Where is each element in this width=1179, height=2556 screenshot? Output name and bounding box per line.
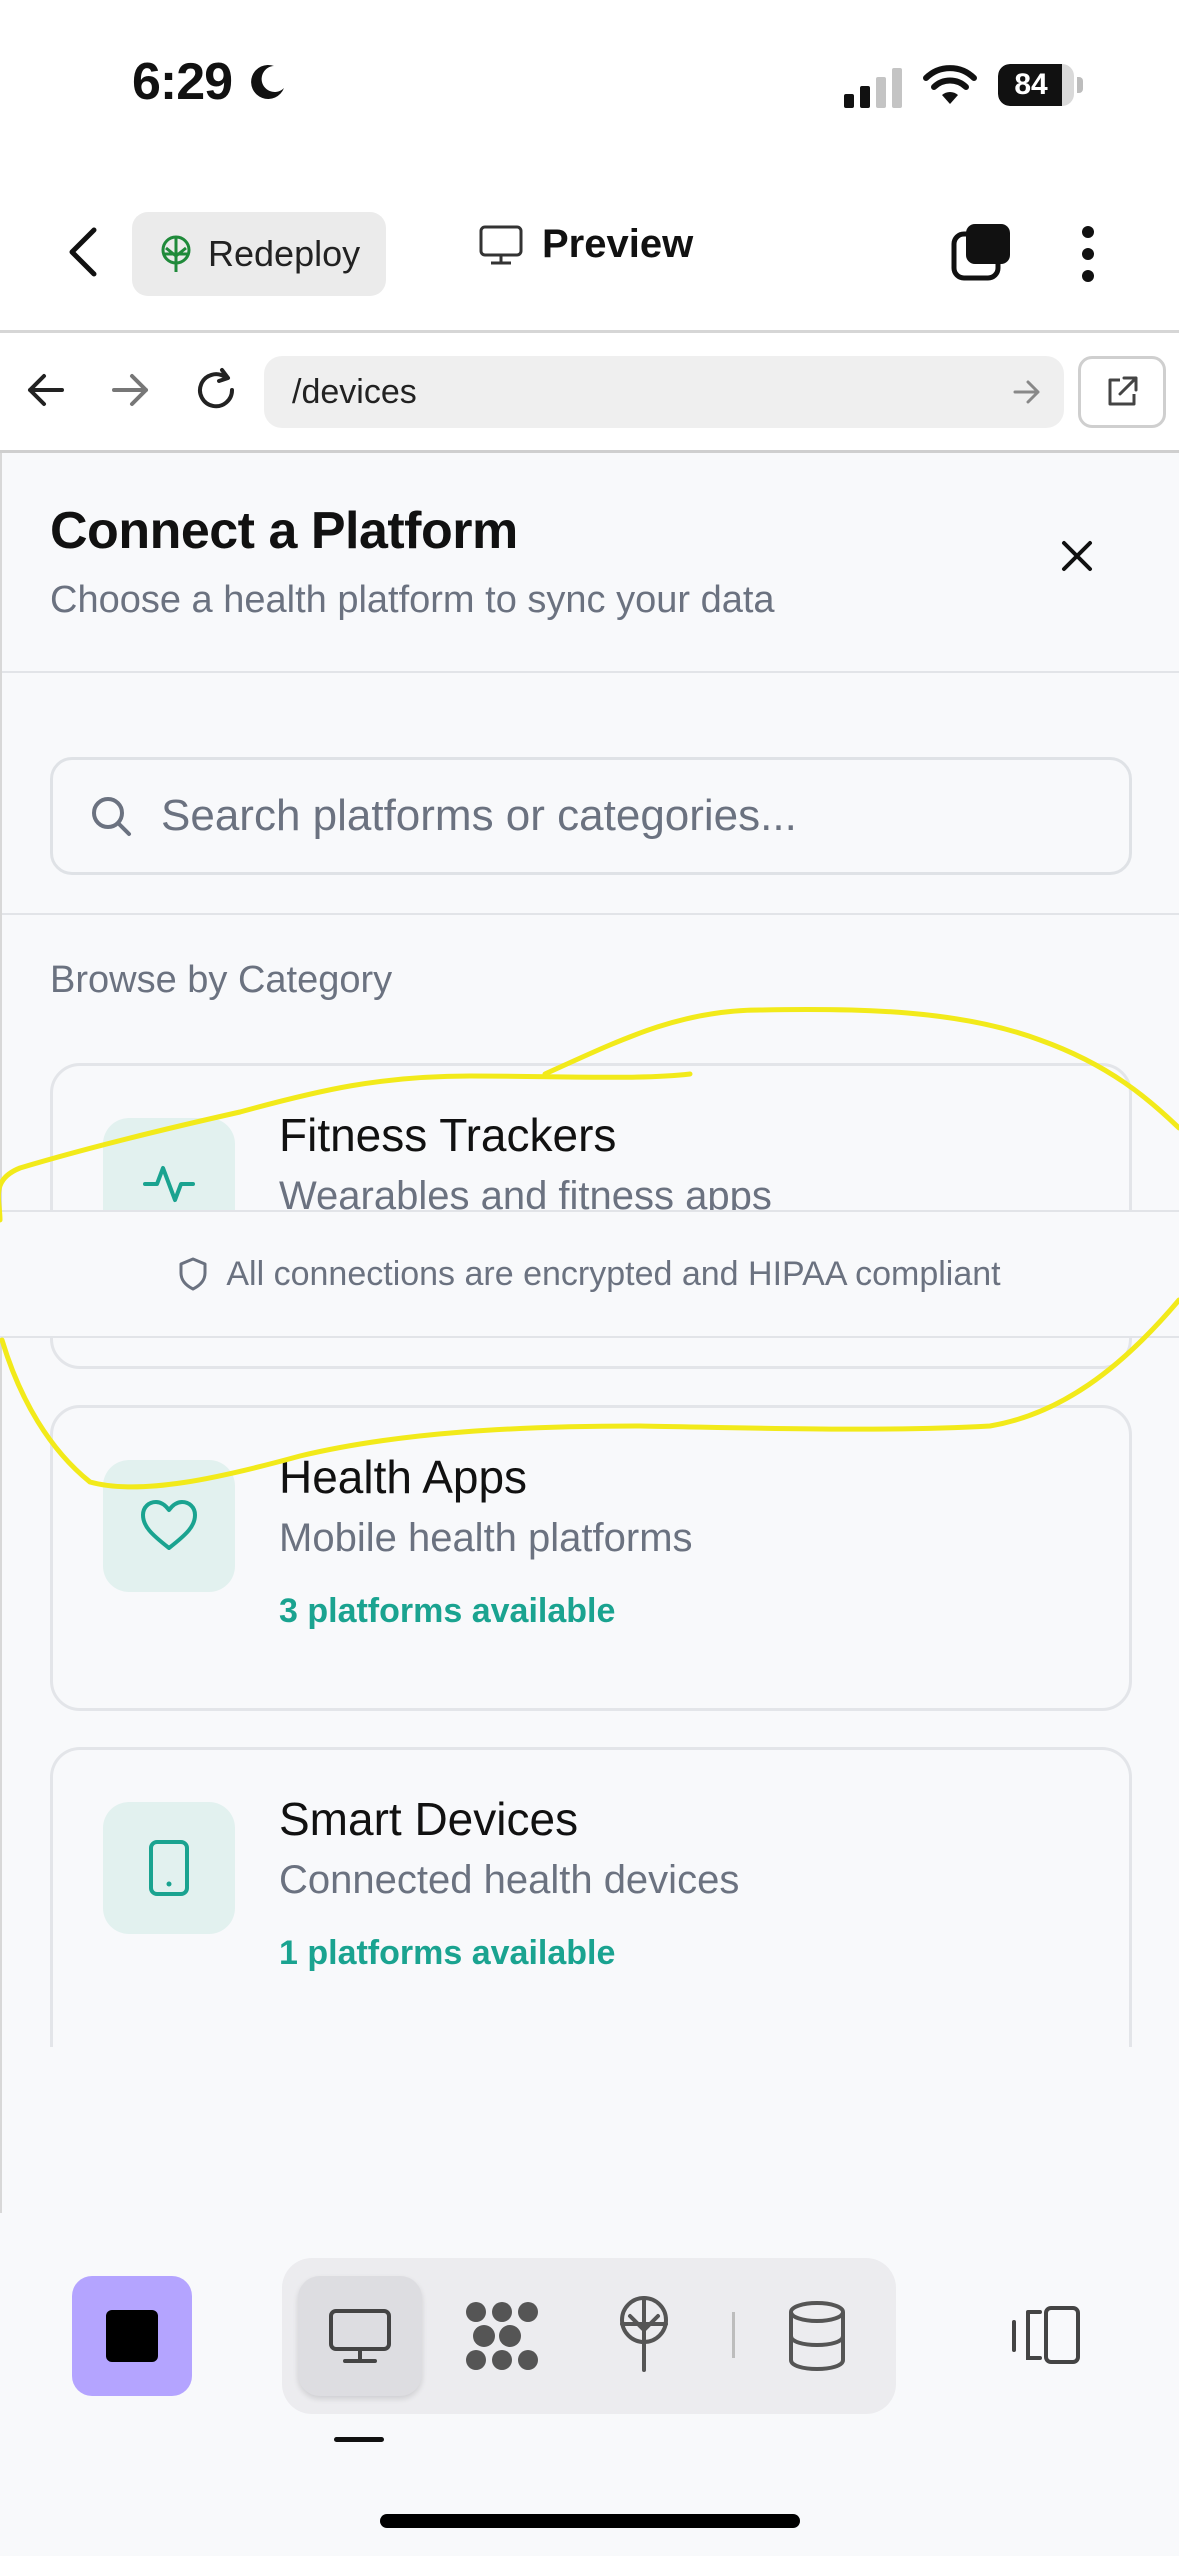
modal-subtitle: Choose a health platform to sync your da…: [50, 579, 775, 621]
open-external-button[interactable]: [1078, 356, 1166, 428]
header-divider: [0, 330, 1179, 333]
category-title: Health Apps: [279, 1451, 528, 1503]
shield-icon: [179, 1257, 207, 1291]
preview-tab[interactable]: Preview: [478, 222, 693, 267]
redeploy-label: Redeploy: [208, 233, 361, 274]
database-icon[interactable]: [786, 2300, 848, 2372]
close-icon[interactable]: [1060, 539, 1094, 573]
security-banner: All connections are encrypted and HIPAA …: [0, 1210, 1179, 1338]
integrations-icon[interactable]: [462, 2300, 542, 2372]
external-link-icon: [1108, 376, 1138, 406]
activity-icon: [143, 1166, 195, 1202]
category-icon-box: [103, 1802, 235, 1934]
tabs-icon[interactable]: [950, 222, 1012, 282]
category-description: Connected health devices: [279, 1858, 740, 1902]
category-count: 1 platforms available: [279, 1934, 616, 1972]
platform-search-input[interactable]: Search platforms or categories...: [50, 757, 1132, 875]
side-panel-icon[interactable]: [1010, 2304, 1082, 2366]
more-options-icon[interactable]: [1080, 224, 1096, 284]
reload-icon[interactable]: [192, 366, 240, 414]
back-chevron-icon[interactable]: [60, 222, 104, 282]
browser-forward-icon[interactable]: [110, 372, 150, 408]
security-note: All connections are encrypted and HIPAA …: [226, 1254, 1001, 1293]
moon-icon: [251, 64, 284, 99]
category-title: Smart Devices: [279, 1793, 579, 1845]
status-time: 6:29: [132, 53, 233, 111]
toolbar-divider: [732, 2312, 735, 2358]
category-card-smart-devices[interactable]: Smart Devices Connected health devices 1…: [50, 1747, 1132, 2047]
category-card-health-apps[interactable]: Health Apps Mobile health platforms 3 pl…: [50, 1405, 1132, 1711]
monitor-icon: [479, 225, 523, 264]
search-divider: [2, 913, 1179, 915]
category-title: Fitness Trackers: [279, 1109, 617, 1161]
category-icon-box: [103, 1460, 235, 1592]
category-count: 3 platforms available: [279, 1592, 616, 1630]
url-bar[interactable]: /devices: [264, 356, 1064, 428]
cellular-signal-icon: [844, 68, 902, 108]
deploy-tree-icon: [161, 235, 191, 272]
deploy-icon[interactable]: [614, 2294, 674, 2372]
browse-by-category-label: Browse by Category: [50, 959, 393, 1001]
heart-icon: [141, 1500, 197, 1550]
desktop-view-button[interactable]: [298, 2276, 422, 2396]
redeploy-button[interactable]: Redeploy: [132, 212, 386, 296]
search-placeholder: Search platforms or categories...: [161, 791, 797, 840]
panel-header: Connect a Platform Choose a health platf…: [2, 453, 1179, 673]
stop-button[interactable]: [72, 2276, 192, 2396]
url-text: /devices: [292, 372, 417, 411]
active-tab-indicator: [334, 2437, 384, 2442]
search-icon: [92, 797, 131, 836]
stop-square-icon: [106, 2310, 158, 2362]
tablet-icon: [149, 1840, 189, 1896]
preview-label: Preview: [542, 222, 694, 266]
browser-back-icon[interactable]: [26, 372, 66, 408]
modal-title: Connect a Platform: [50, 502, 518, 560]
wifi-icon: [923, 65, 977, 104]
home-indicator[interactable]: [380, 2514, 800, 2528]
go-arrow-icon[interactable]: [1012, 378, 1042, 406]
category-description: Mobile health platforms: [279, 1516, 693, 1560]
monitor-icon: [329, 2309, 391, 2363]
battery-percent: 84: [1014, 68, 1048, 101]
